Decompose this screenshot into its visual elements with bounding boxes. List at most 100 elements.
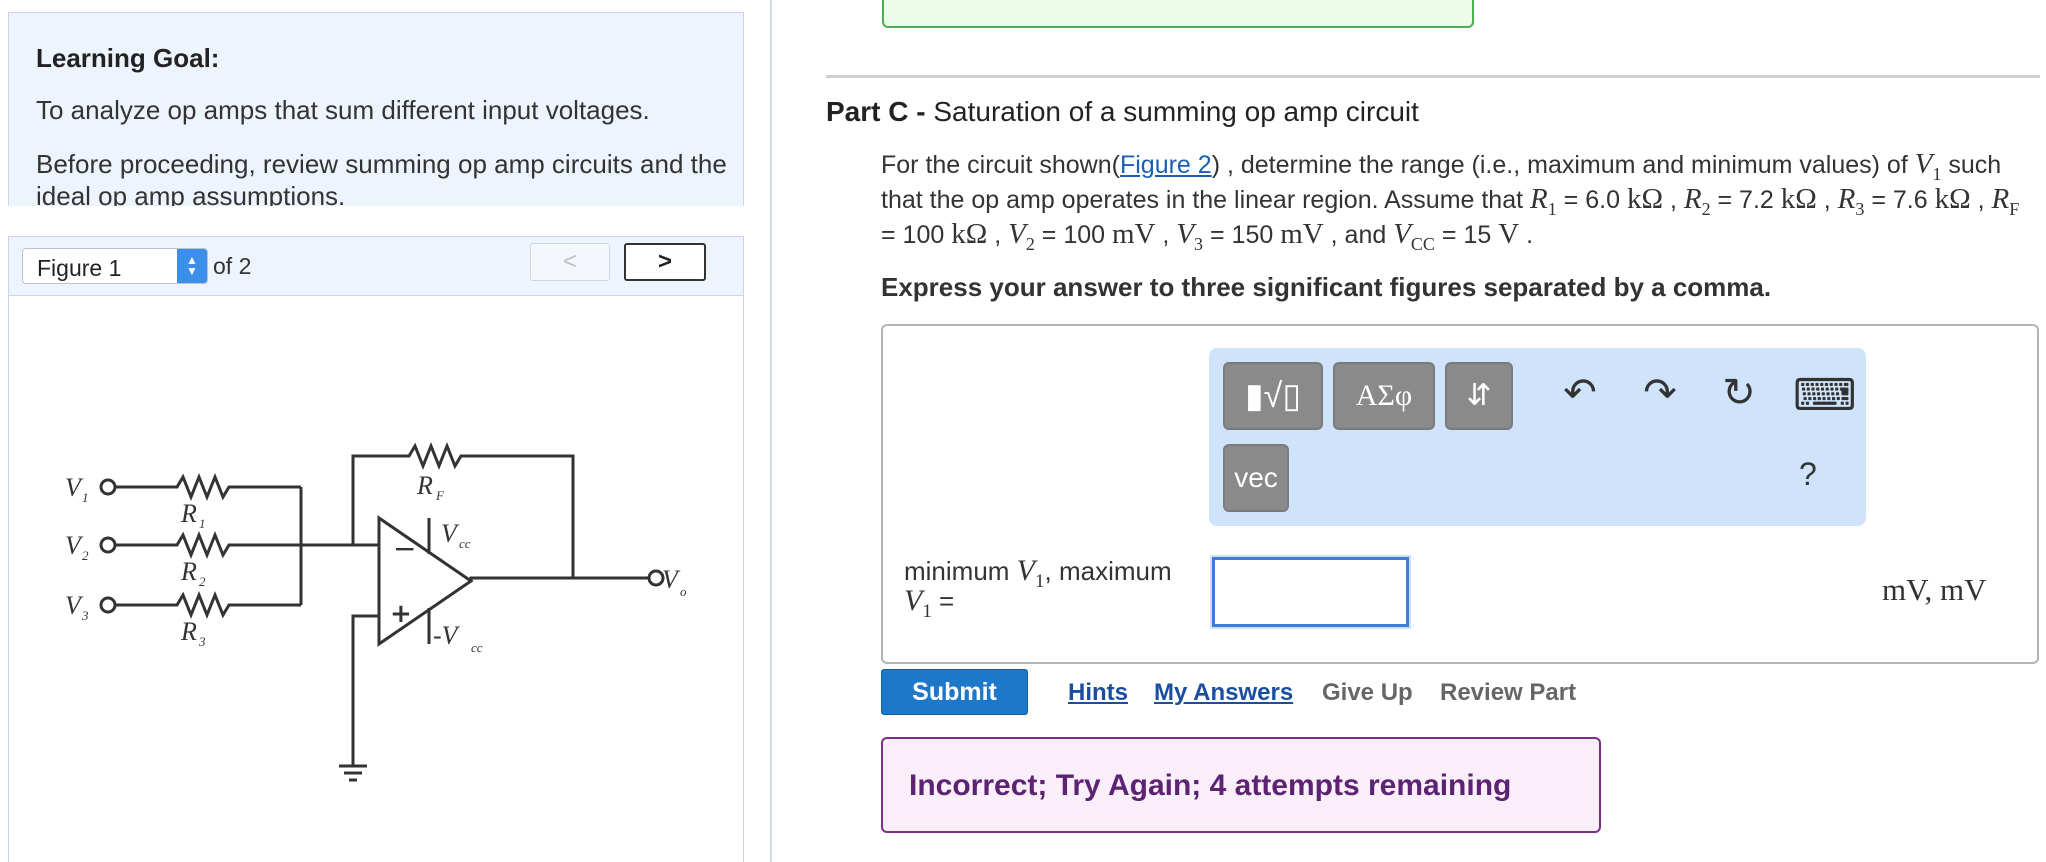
v3-value: = 150 — [1203, 221, 1281, 249]
noninverting-input-sign: + — [390, 599, 412, 629]
answer-label-text: = — [931, 586, 955, 616]
vcc-value: = 15 — [1434, 221, 1499, 249]
kohm-unit: kΩ — [1934, 183, 1971, 215]
give-up-link[interactable]: Give Up — [1322, 679, 1413, 707]
vcc-symbol: VCC — [1393, 218, 1435, 254]
figure-navigation: Figure 1 ▲ ▼ of 2 < > — [8, 236, 744, 296]
r3-resistor — [115, 590, 301, 620]
output-wire — [469, 576, 649, 581]
arrows-button[interactable]: ⇵ — [1445, 362, 1513, 430]
inverting-input-sign: − — [393, 532, 416, 565]
hints-link[interactable]: Hints — [1068, 679, 1128, 707]
r3-label: R — [180, 617, 197, 646]
redo-icon[interactable]: ↷ — [1635, 370, 1685, 416]
problem-text: . — [1519, 221, 1534, 249]
figure-count: of 2 — [213, 253, 252, 279]
rf-resistor — [351, 441, 575, 578]
rf-value: = 100 — [881, 221, 952, 249]
problem-text: For the circuit shown( — [881, 151, 1120, 179]
answer-units: mV, mV — [1882, 572, 1987, 607]
separator: , — [1970, 186, 1992, 214]
feedback-message: Incorrect; Try Again; 4 attempts remaini… — [909, 769, 1512, 802]
separator: , — [1663, 186, 1684, 214]
r3-value: = 7.6 — [1864, 186, 1935, 214]
review-part-link[interactable]: Review Part — [1440, 679, 1576, 707]
figure-select-value: Figure 1 — [37, 255, 122, 281]
ground-icon — [339, 764, 367, 782]
figure-select[interactable]: Figure 1 ▲ ▼ — [22, 248, 208, 284]
r2-resistor — [115, 530, 379, 560]
answer-input[interactable] — [1212, 557, 1409, 627]
templates-button[interactable]: ▮√▯ — [1223, 362, 1323, 430]
v1-symbol: V1 — [1016, 554, 1045, 592]
r2-sub-label: 2 — [199, 574, 206, 589]
part-title: Part C - Saturation of a summing op amp … — [826, 96, 1419, 128]
separator: , — [1816, 186, 1838, 214]
next-figure-button[interactable]: > — [624, 243, 706, 281]
v3-terminal — [99, 596, 117, 614]
kohm-unit: kΩ — [1780, 183, 1817, 215]
vcc-label: V — [441, 519, 460, 548]
learning-goal-box: Learning Goal: To analyze op amps that s… — [8, 12, 744, 206]
feedback-box: Incorrect; Try Again; 4 attempts remaini… — [881, 737, 1601, 833]
figure-2-link[interactable]: Figure 2 — [1120, 151, 1212, 179]
my-answers-link[interactable]: My Answers — [1154, 679, 1293, 707]
r3-symbol: R3 — [1837, 183, 1865, 219]
v2-symbol: V2 — [1008, 218, 1035, 254]
rf-label: R — [416, 471, 433, 500]
select-arrows-icon: ▲ ▼ — [177, 249, 207, 283]
r2-symbol: R2 — [1683, 183, 1711, 219]
v2-terminal — [99, 536, 117, 554]
kohm-unit: kΩ — [1626, 183, 1663, 215]
answer-instruction: Express your answer to three significant… — [881, 272, 1772, 302]
vector-button[interactable]: vec — [1223, 444, 1289, 512]
keyboard-icon[interactable]: ⌨ — [1793, 370, 1857, 421]
learning-goal-text: To analyze op amps that sum different in… — [36, 95, 650, 125]
r1-resistor — [115, 472, 301, 502]
part-divider — [826, 75, 2040, 78]
learning-goal-review-text: Before proceeding, review summing op amp… — [36, 149, 727, 206]
answer-label: minimum V1, maximum V1 = — [904, 554, 1204, 622]
volt-unit: V — [1498, 218, 1520, 250]
submit-button[interactable]: Submit — [881, 669, 1028, 715]
help-button[interactable]: ? — [1799, 456, 1817, 493]
templates-icon: ▮√▯ — [1244, 377, 1302, 415]
problem-text: ) , determine the range (i.e., maximum a… — [1211, 151, 1915, 179]
r1-sub-label: 1 — [199, 516, 206, 531]
neg-vcc-label: -V — [433, 621, 461, 650]
answer-label-text: , maximum — [1044, 556, 1172, 586]
ground-wire — [351, 614, 379, 766]
summing-op-amp-circuit: V 1 V 2 V 3 R 1 R 2 R 3 R F V cc -V cc V… — [65, 441, 687, 782]
left-panel: Learning Goal: To analyze op amps that s… — [0, 0, 772, 862]
v1-terminal — [99, 478, 117, 496]
separator: , — [1155, 221, 1177, 249]
previous-figure-button[interactable]: < — [530, 243, 610, 281]
v3-sub-label: 3 — [81, 608, 89, 623]
previous-part-feedback — [882, 0, 1474, 28]
v2-sub-label: 2 — [82, 548, 89, 563]
v1-symbol: V1 — [904, 584, 932, 622]
math-toolbar: ▮√▯ ΑΣφ ⇵ vec ↶ ↷ ↻ ⌨ ? — [1209, 348, 1866, 526]
neg-vcc-sub-label: cc — [471, 640, 483, 655]
kohm-unit: kΩ — [951, 218, 988, 250]
undo-icon[interactable]: ↶ — [1555, 370, 1605, 416]
problem-text: , and — [1323, 221, 1394, 249]
r2-value: = 7.2 — [1710, 186, 1781, 214]
mv-unit: mV — [1111, 218, 1156, 250]
v3-symbol: V3 — [1176, 218, 1204, 254]
reset-icon[interactable]: ↻ — [1714, 370, 1764, 416]
figure-area: V 1 V 2 V 3 R 1 R 2 R 3 R F V cc -V cc V… — [8, 296, 744, 862]
r1-label: R — [180, 499, 197, 528]
part-label: Part C - — [826, 96, 934, 127]
rf-sub-label: F — [435, 488, 445, 503]
vo-sub-label: o — [680, 584, 687, 599]
greek-symbols-button[interactable]: ΑΣφ — [1333, 362, 1435, 430]
rf-symbol: RF — [1991, 183, 2020, 219]
part-heading: Saturation of a summing op amp circuit — [933, 96, 1419, 127]
vo-terminal — [647, 569, 665, 587]
v1-symbol: V1 — [1914, 148, 1942, 184]
v2-value: = 100 — [1034, 221, 1112, 249]
r1-symbol: R1 — [1530, 183, 1557, 219]
mv-unit: mV — [1280, 218, 1324, 250]
answer-label-text: minimum — [904, 556, 1017, 586]
